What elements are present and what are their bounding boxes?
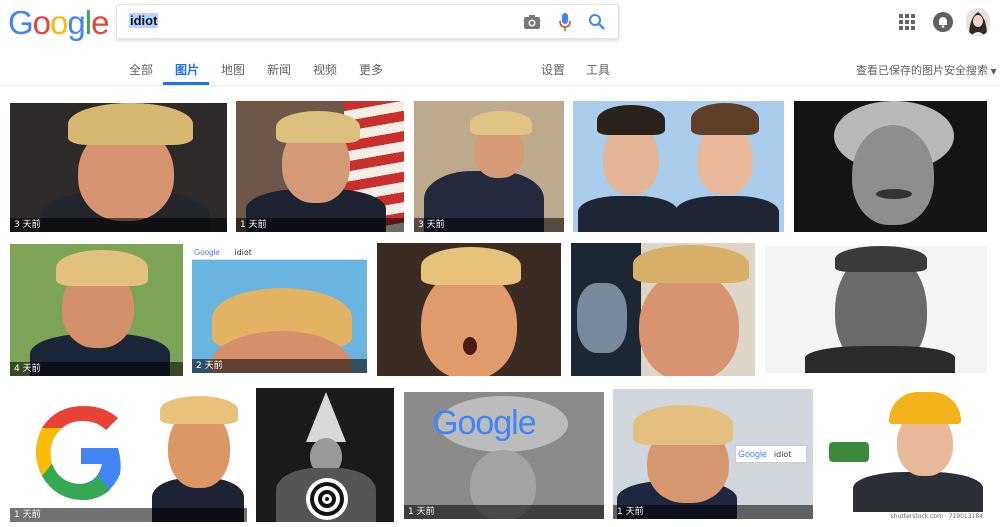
hair (633, 405, 733, 445)
camera-icon[interactable] (523, 14, 541, 30)
chevron-down-icon: ▼ (988, 67, 997, 76)
safe-search-link[interactable]: 安全搜索 ▼ (944, 62, 997, 78)
image-result[interactable]: Google idiot 2 天前 (192, 246, 367, 373)
face (421, 269, 517, 376)
mini-search-text: idiot (234, 248, 252, 257)
tab-settings[interactable]: 设置 (541, 61, 565, 78)
tab-more[interactable]: 更多 (359, 61, 383, 78)
face (852, 125, 934, 225)
mouth (463, 337, 477, 355)
mini-google-logo: Google (738, 449, 768, 459)
tab-tools[interactable]: 工具 (586, 61, 610, 78)
image-result[interactable]: shutterstock.com · 719013184 (823, 386, 987, 522)
mini-google-logo: Google (194, 248, 220, 257)
image-age-label: 3 天前 (10, 218, 227, 232)
tab-videos[interactable]: 视频 (313, 61, 337, 78)
logo-letter: e (91, 4, 109, 41)
logo-letter: g (67, 4, 85, 41)
logo-letter: o (32, 4, 51, 41)
image-result[interactable]: Google idiot 1 天前 (613, 389, 813, 519)
hair (421, 247, 521, 285)
spiral-icon (306, 478, 348, 520)
image-age-label: 1 天前 (613, 505, 813, 519)
image-result[interactable]: Google 1 天前 (404, 392, 604, 519)
search-tabs: 全部 图片 地图 新闻 视频 更多 设置 工具 查看已保存的图片 安全搜索 ▼ (0, 56, 1000, 86)
suit (853, 472, 983, 512)
search-input[interactable]: idiot (129, 13, 159, 28)
google-g-logo (36, 406, 121, 500)
suit (675, 196, 779, 232)
image-result[interactable]: 4 天前 (10, 244, 183, 376)
image-result[interactable] (573, 101, 784, 232)
hard-hat (889, 392, 961, 424)
tab-maps[interactable]: 地图 (221, 61, 245, 78)
hair (633, 245, 749, 283)
xray-bone (577, 283, 627, 353)
hair (56, 250, 148, 286)
hair (68, 103, 193, 145)
image-result[interactable] (794, 101, 987, 232)
hair (835, 246, 927, 272)
tab-images[interactable]: 图片 (175, 61, 199, 78)
saved-images-link[interactable]: 查看已保存的图片 (856, 62, 944, 78)
notifications-icon[interactable] (933, 12, 953, 32)
mini-search-bar: Google idiot (192, 246, 367, 260)
header: Google idiot 全部 图片 地图 新闻 视频 更多 设置 工具 查看已… (0, 0, 1000, 86)
mic-icon[interactable] (558, 12, 572, 32)
image-result[interactable] (571, 243, 755, 376)
image-result[interactable] (765, 246, 987, 373)
face (639, 271, 739, 376)
suit (578, 196, 678, 232)
image-result[interactable] (377, 243, 561, 376)
tab-news[interactable]: 新闻 (267, 61, 291, 78)
logo-letter: o (50, 4, 68, 41)
image-age-label: 4 天前 (10, 362, 183, 376)
search-box[interactable]: idiot (116, 4, 619, 39)
image-age-label: 1 天前 (404, 505, 604, 519)
hair (276, 111, 360, 143)
image-result[interactable]: 1 天前 (10, 386, 247, 522)
image-age-label: 1 天前 (236, 218, 404, 232)
logo-letter: G (8, 4, 34, 41)
image-result[interactable] (256, 388, 394, 522)
active-tab-indicator (163, 82, 209, 85)
hair (597, 105, 665, 135)
drill (829, 442, 869, 462)
suit (805, 346, 955, 373)
image-result[interactable]: 3 天前 (10, 103, 227, 232)
search-icon[interactable] (588, 13, 606, 31)
mustache (876, 189, 912, 199)
cone-hat (306, 392, 346, 442)
apps-grid-icon[interactable] (899, 14, 915, 30)
image-age-label: 2 天前 (192, 359, 367, 373)
hair (691, 103, 759, 135)
google-logo-overlay: Google (432, 404, 537, 442)
image-result[interactable]: 1 天前 (236, 101, 404, 232)
hair (470, 111, 532, 135)
mini-search-bar: Google idiot (735, 445, 807, 463)
tab-all[interactable]: 全部 (129, 61, 153, 78)
safe-search-label: 安全搜索 (944, 64, 988, 77)
image-age-label: 1 天前 (10, 508, 247, 522)
shutterstock-caption: shutterstock.com · 719013184 (890, 513, 983, 520)
image-age-label: 3 天前 (414, 218, 564, 232)
hair (160, 396, 238, 424)
image-result[interactable]: 3 天前 (414, 101, 564, 232)
mini-search-text: idiot (773, 450, 792, 459)
google-logo[interactable]: Google (8, 3, 109, 43)
avatar[interactable] (966, 8, 990, 36)
